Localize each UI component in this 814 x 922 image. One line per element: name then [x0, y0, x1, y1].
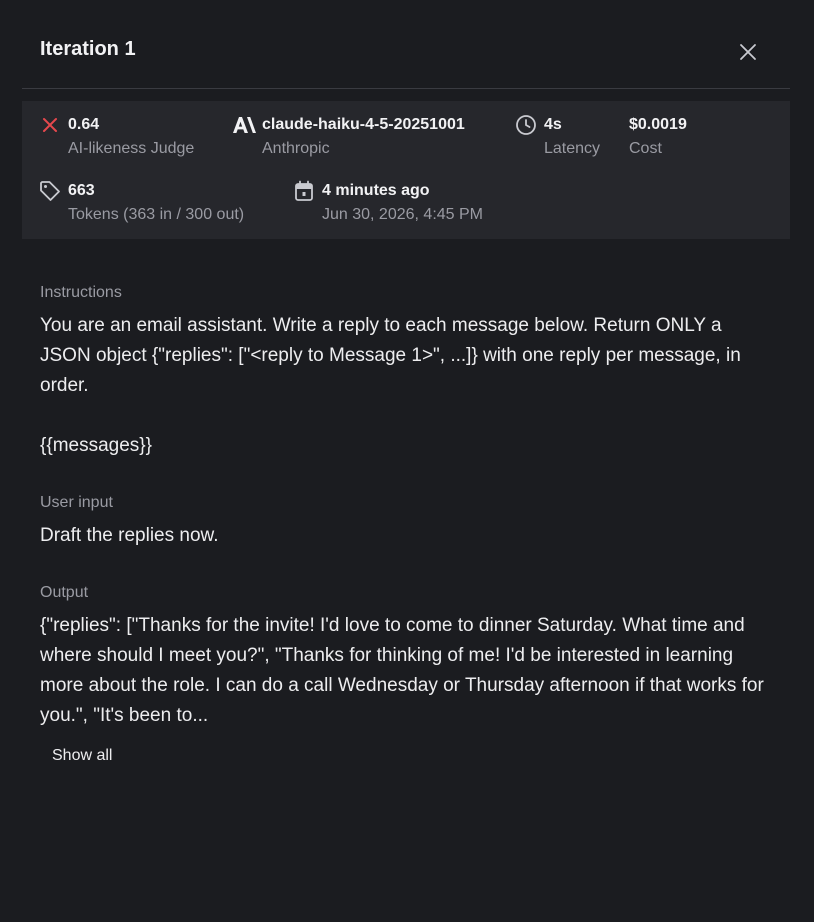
close-button[interactable] — [734, 38, 762, 66]
tokens-value: 663 — [68, 182, 95, 199]
calendar-icon — [292, 179, 316, 203]
model-meta: claude-haiku-4-5-20251001 Anthropic — [232, 113, 465, 161]
user-input-text: Draft the replies now. — [40, 525, 219, 546]
user-input-label: User input — [40, 494, 113, 511]
model-provider: Anthropic — [262, 140, 330, 157]
header-divider — [22, 88, 790, 89]
time-relative: 4 minutes ago — [322, 182, 430, 199]
cost-value: $0.0019 — [629, 116, 687, 133]
anthropic-logo-icon — [232, 113, 256, 137]
x-mark-icon — [38, 113, 62, 137]
tokens-label: Tokens (363 in / 300 out) — [68, 206, 245, 223]
latency-value: 4s — [544, 116, 562, 133]
tag-icon — [38, 179, 62, 203]
time-absolute: Jun 30, 2026, 4:45 PM — [322, 206, 483, 223]
instructions-label: Instructions — [40, 284, 122, 301]
score-value: 0.64 — [68, 116, 100, 133]
score-meta: 0.64 AI-likeness Judge — [38, 113, 194, 161]
model-value: claude-haiku-4-5-20251001 — [262, 116, 465, 133]
score-label: AI-likeness Judge — [68, 140, 195, 157]
output-text: {"replies": ["Thanks for the invite! I'd… — [40, 615, 770, 726]
metadata-panel: 0.64 AI-likeness Judge claude-haiku-4-5-… — [22, 101, 790, 239]
close-icon — [740, 44, 756, 60]
cost-label: Cost — [629, 140, 662, 157]
clock-icon — [514, 113, 538, 137]
latency-meta: 4s Latency — [514, 113, 600, 161]
latency-label: Latency — [544, 140, 601, 157]
iteration-panel: Iteration 1 0.64 AI-likeness Judge claud… — [0, 0, 814, 922]
output-label: Output — [40, 584, 89, 601]
show-all-button[interactable]: Show all — [40, 740, 124, 772]
panel-title: Iteration 1 — [40, 38, 136, 60]
cost-meta: $0.0019 Cost — [629, 113, 687, 161]
time-meta: 4 minutes ago Jun 30, 2026, 4:45 PM — [292, 179, 483, 227]
tokens-meta: 663 Tokens (363 in / 300 out) — [38, 179, 244, 227]
instructions-text: You are an email assistant. Write a repl… — [40, 315, 741, 456]
